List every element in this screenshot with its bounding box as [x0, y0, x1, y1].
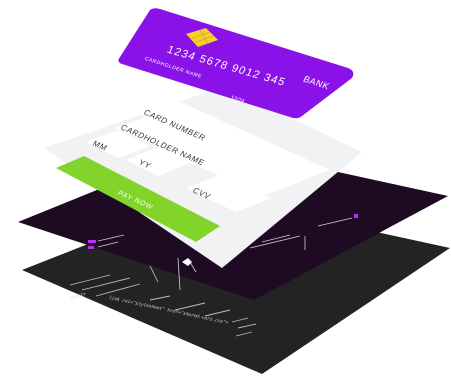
layered-payment-illustration: 1234 5678 9012 345 CARDHOLDER NAME 12/24…: [0, 0, 451, 388]
card-layer: [118, 8, 354, 119]
